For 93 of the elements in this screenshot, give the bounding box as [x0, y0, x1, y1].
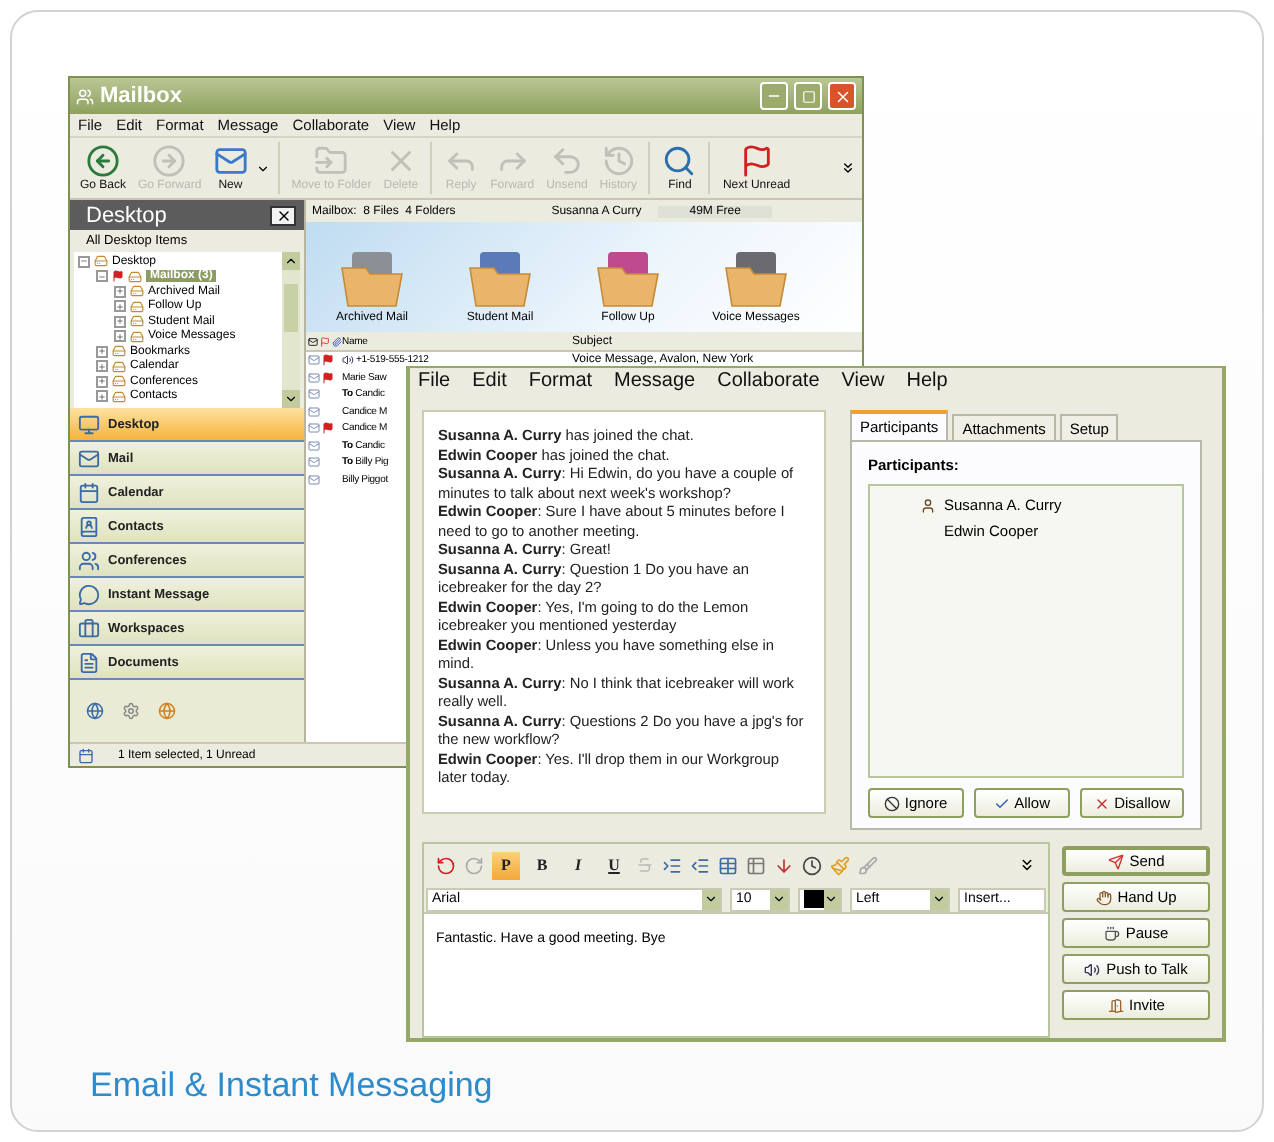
- contact-book-icon: [78, 515, 100, 537]
- ban-icon: [884, 795, 901, 811]
- scrollbar[interactable]: [282, 252, 300, 408]
- menu-item[interactable]: Edit: [472, 370, 507, 393]
- speaker-icon: [342, 354, 354, 367]
- globe-icon[interactable]: [158, 702, 176, 720]
- mail-icon: [308, 439, 320, 452]
- minimize-button[interactable]: [760, 82, 788, 110]
- send-icon: [1107, 853, 1124, 869]
- clock-icon[interactable]: [802, 855, 822, 875]
- table-icon[interactable]: [746, 855, 766, 875]
- document-icon: [78, 651, 100, 673]
- mail-icon: [78, 447, 100, 469]
- menu-item[interactable]: Collaborate: [717, 370, 820, 393]
- dropdown-icon: [772, 892, 786, 906]
- check-icon: [994, 795, 1011, 811]
- menu-item[interactable]: Help: [906, 370, 948, 393]
- flag-icon: [320, 335, 330, 347]
- pane-title: Desktop: [86, 203, 167, 227]
- format-button[interactable]: B: [528, 851, 556, 879]
- hand-icon: [1095, 889, 1112, 905]
- close-icon: [275, 207, 291, 223]
- menu-item[interactable]: View: [841, 370, 885, 393]
- strikethrough-icon[interactable]: [636, 856, 654, 874]
- format-button[interactable]: I: [564, 851, 592, 879]
- mail-icon: [308, 473, 320, 486]
- maximize-button[interactable]: [794, 82, 822, 110]
- brush-icon[interactable]: [830, 855, 850, 875]
- mail-icon: [308, 388, 320, 401]
- expander-icon[interactable]: [96, 345, 108, 358]
- close-icon: [833, 87, 851, 105]
- mail-icon: [308, 405, 320, 418]
- dropdown-icon: [824, 892, 839, 906]
- menu-item[interactable]: Message: [614, 370, 696, 393]
- outdent-icon[interactable]: [690, 855, 710, 875]
- scroll-down-icon[interactable]: [284, 392, 298, 406]
- flag-icon: [739, 144, 774, 178]
- x-icon: [1094, 795, 1111, 811]
- expander-icon[interactable]: [114, 285, 126, 298]
- expander-icon[interactable]: [96, 375, 108, 388]
- undo-icon[interactable]: [436, 855, 456, 875]
- scroll-up-icon[interactable]: [284, 254, 298, 268]
- overflow-icon[interactable]: [840, 160, 856, 176]
- mail-icon: [308, 422, 320, 435]
- menu-item[interactable]: File: [418, 370, 451, 393]
- calendar-icon: [78, 481, 100, 503]
- caption: Email & Instant Messaging: [88, 1066, 495, 1108]
- color-select[interactable]: [798, 887, 842, 911]
- calendar-icon: [78, 747, 94, 763]
- expander-icon[interactable]: [96, 390, 108, 403]
- paperclip-icon: [332, 335, 342, 347]
- close-button[interactable]: [270, 205, 296, 225]
- expander-icon[interactable]: [96, 270, 108, 283]
- expander-icon[interactable]: [114, 300, 126, 313]
- globe-icon[interactable]: [86, 702, 104, 720]
- format-button[interactable]: P: [492, 851, 520, 879]
- cup-icon: [1103, 925, 1120, 941]
- menu-item[interactable]: Format: [528, 370, 593, 393]
- briefcase-icon: [78, 617, 100, 639]
- color-swatch-icon: [804, 890, 824, 908]
- flag-icon: [112, 270, 124, 283]
- redo-icon[interactable]: [464, 855, 484, 875]
- speaker-icon: [1084, 961, 1101, 977]
- mail-icon: [308, 335, 318, 347]
- format-button[interactable]: U: [600, 851, 628, 879]
- indent-icon[interactable]: [662, 855, 682, 875]
- table-icon[interactable]: [718, 855, 738, 875]
- expander-icon[interactable]: [114, 315, 126, 328]
- brush-icon[interactable]: [858, 855, 878, 875]
- search-icon: [662, 144, 697, 178]
- dropdown-icon: [704, 892, 718, 906]
- dropdown-icon[interactable]: [255, 161, 270, 175]
- expander-icon[interactable]: [96, 360, 108, 373]
- folder-arrow-icon: [314, 144, 349, 178]
- dropdown-icon: [932, 892, 946, 906]
- expander-icon[interactable]: [78, 255, 90, 268]
- people-icon: [78, 549, 100, 571]
- gear-icon[interactable]: [122, 702, 140, 720]
- door-icon: [1107, 997, 1124, 1013]
- arrow-down-icon[interactable]: [774, 855, 794, 875]
- mail-icon: [308, 456, 320, 469]
- overflow-icon[interactable]: [1018, 856, 1036, 874]
- maximize-icon: [801, 89, 815, 103]
- window-title: Mailbox: [100, 84, 184, 108]
- chat-bubble-icon: [78, 583, 100, 605]
- mail-icon: [308, 354, 320, 367]
- monitor-icon: [78, 413, 100, 435]
- history-icon: [601, 144, 636, 178]
- mail-icon: [308, 371, 320, 384]
- envelope-icon: [213, 144, 248, 178]
- undo-arrow-icon: [549, 144, 584, 178]
- app-icon: [76, 87, 94, 105]
- expander-icon[interactable]: [114, 330, 126, 343]
